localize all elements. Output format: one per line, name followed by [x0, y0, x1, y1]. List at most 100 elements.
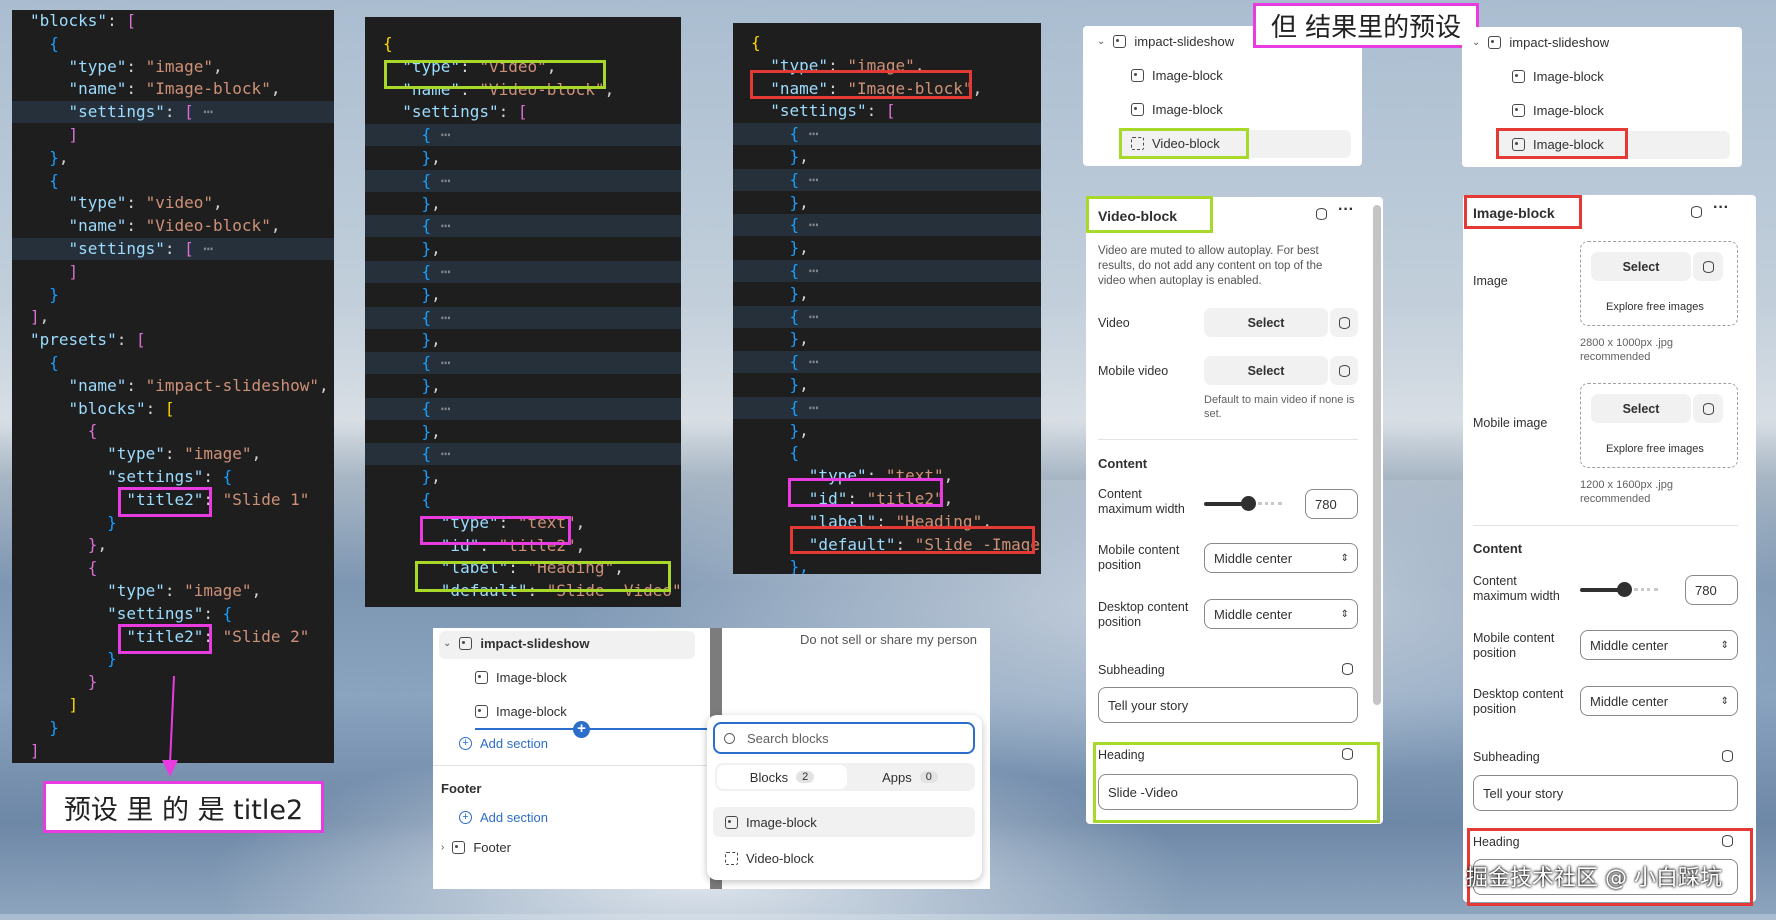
mobile-image-select-button[interactable]: Select [1591, 394, 1691, 423]
mobile-image-library-button[interactable] [1693, 394, 1723, 423]
desktop-pos-select[interactable]: Middle center ⇕ [1204, 599, 1358, 629]
code-line: "settings": [ ⋯ [68, 239, 214, 258]
image-icon [1512, 104, 1525, 117]
content-heading: Content [1098, 456, 1148, 471]
picker-option-video[interactable]: Video-block [725, 851, 814, 866]
database-icon [1338, 364, 1350, 377]
tab-blocks-count: 2 [796, 771, 815, 783]
subheading-label: Subheading [1098, 663, 1165, 677]
code-line: }, [789, 283, 809, 303]
code-line: { [751, 33, 761, 52]
database-icon[interactable] [1722, 750, 1733, 762]
chevron-right-icon: › [441, 842, 445, 853]
image-icon [1512, 70, 1525, 83]
code-line: "type": "video", [68, 193, 223, 213]
max-width-slider-knob[interactable] [1241, 496, 1256, 511]
code-line: }, [789, 192, 809, 212]
more-icon[interactable]: ··· [1713, 199, 1729, 217]
highlight-tree-image [1496, 128, 1628, 159]
updown-icon: ⇕ [1720, 695, 1729, 707]
tree-item-image-2[interactable]: Image-block [475, 704, 567, 719]
subheading-input[interactable]: Tell your story [1098, 687, 1358, 723]
tree-item-label: Image-block [496, 670, 567, 685]
max-width-label: Content maximum width [1098, 487, 1185, 516]
max-width-slider-knob[interactable] [1617, 582, 1632, 597]
database-icon[interactable] [1342, 663, 1353, 675]
add-section-label: Add section [480, 736, 548, 751]
add-section-link-2[interactable]: + Add section [459, 810, 548, 825]
code-line: { [789, 443, 800, 463]
highlight-image-id [788, 478, 943, 507]
tree-root[interactable]: ⌄ impact-slideshow [1472, 35, 1609, 50]
add-section-link[interactable]: + Add section [459, 736, 548, 751]
picker-option-image[interactable]: Image-block [713, 807, 975, 837]
tree-item-image-2[interactable]: Image-block [1512, 103, 1604, 118]
code-line: "blocks": [ [68, 398, 175, 418]
mobile-video-library-button[interactable] [1330, 356, 1358, 385]
privacy-link[interactable]: Do not sell or share my person [800, 632, 977, 647]
tree-root[interactable]: ⌄ impact-slideshow [443, 636, 589, 651]
tab-apps[interactable]: Apps 0 [847, 765, 973, 789]
section-icon [459, 637, 473, 650]
subheading-input[interactable]: Tell your story [1473, 775, 1738, 811]
video-block-settings: Video-block ··· Video are muted to allow… [1086, 197, 1383, 824]
code-line: { [49, 353, 59, 372]
database-icon[interactable] [1316, 208, 1327, 220]
scrollbar[interactable] [1373, 205, 1381, 705]
explore-free-images[interactable]: Explore free images [1606, 442, 1704, 456]
mobile-pos-label: Mobile content position [1098, 543, 1180, 572]
image-library-button[interactable] [1693, 252, 1723, 281]
explore-free-images[interactable]: Explore free images [1606, 300, 1704, 314]
tab-blocks[interactable]: Blocks 2 [717, 765, 847, 789]
code-line: }, [421, 376, 441, 395]
search-icon [724, 732, 735, 744]
database-icon[interactable] [1691, 206, 1702, 218]
tree-item-image-1[interactable]: Image-block [475, 670, 567, 685]
chevron-down-icon: ⌄ [1097, 36, 1106, 47]
tree-footer-item[interactable]: › Footer [441, 840, 511, 855]
code-line: "type": "image", [107, 444, 262, 464]
code-line: { ⋯ [789, 306, 819, 326]
tree-item-label: Image-block [496, 704, 567, 719]
image-select-button[interactable]: Select [1591, 252, 1691, 281]
mobile-pos-select[interactable]: Middle center ⇕ [1580, 630, 1738, 660]
code-line: }, [789, 238, 809, 258]
image-label: Image [1473, 274, 1508, 288]
desktop-pos-select[interactable]: Middle center ⇕ [1580, 686, 1738, 716]
tree-item-image-1[interactable]: Image-block [1131, 68, 1223, 83]
code-line: { ⋯ [421, 262, 451, 281]
image-icon [475, 671, 488, 684]
divider [1098, 439, 1358, 440]
more-icon[interactable]: ··· [1338, 201, 1354, 219]
search-placeholder: Search blocks [747, 730, 829, 746]
mobile-pos-select[interactable]: Middle center ⇕ [1204, 543, 1358, 573]
code-line: } [49, 717, 59, 737]
code-line: }, [421, 239, 441, 259]
editor-sidebar: ⌄ impact-slideshow Image-block Image-bloc… [433, 628, 710, 889]
plus-circle-icon: + [459, 737, 472, 750]
mobile-video-select-button[interactable]: Select [1204, 356, 1328, 385]
highlight-video-default [415, 561, 671, 592]
max-width-input[interactable]: 780 [1305, 489, 1358, 519]
code-line: { ⋯ [789, 352, 819, 372]
image-icon [475, 705, 488, 718]
tree-root[interactable]: ⌄ impact-slideshow [1097, 34, 1234, 49]
option-label: Video-block [746, 851, 814, 866]
tree-item-image-1[interactable]: Image-block [1512, 69, 1604, 84]
annotation-preset-title2: 预设 里 的 是 title2 [43, 781, 324, 833]
code-line: "name": "Video-block", [68, 216, 281, 236]
code-line: } [49, 284, 59, 304]
video-select-button[interactable]: Select [1204, 308, 1328, 337]
search-blocks-input[interactable]: Search blocks [713, 722, 975, 754]
max-width-input[interactable]: 780 [1685, 575, 1738, 605]
video-library-button[interactable] [1330, 308, 1358, 337]
highlight-video-title [1086, 196, 1213, 233]
tree-item-image-2[interactable]: Image-block [1131, 102, 1223, 117]
code-line: { ⋯ [421, 170, 451, 190]
highlight-image-default [790, 526, 1035, 554]
insert-plus-icon[interactable]: + [573, 721, 590, 738]
highlight-video-id [420, 516, 571, 545]
code-line: "name": "Image-block", [68, 79, 281, 99]
code-line: } [87, 672, 98, 692]
tree-root-label: impact-slideshow [1134, 34, 1235, 49]
